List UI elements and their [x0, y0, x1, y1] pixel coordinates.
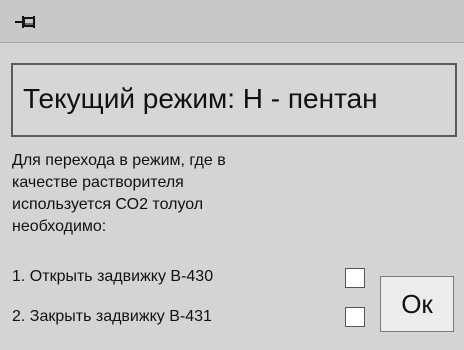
current-mode-text: Текущий режим: Н - пентан [23, 83, 378, 114]
instruction-line: используется СО2 толуол [12, 196, 204, 213]
step-open-valve-label: 1. Открыть задвижку В-430 [12, 268, 214, 285]
ok-button[interactable]: Ок [380, 276, 454, 332]
step-open-valve-checkbox[interactable] [345, 268, 365, 288]
current-mode-box: Текущий режим: Н - пентан [11, 63, 457, 137]
step-close-valve-label: 2. Закрыть задвижку В-431 [12, 308, 212, 325]
instruction-line: необходимо: [12, 218, 107, 235]
step-close-valve-checkbox[interactable] [345, 307, 365, 327]
instruction-text: Для перехода в режим, где в качестве рас… [12, 150, 342, 238]
pin-icon[interactable] [14, 14, 40, 30]
instruction-line: качестве растворителя [12, 174, 184, 191]
instruction-line: Для перехода в режим, где в [12, 152, 226, 169]
dialog-window: Текущий режим: Н - пентан Для перехода в… [0, 0, 464, 350]
title-bar[interactable] [0, 0, 464, 43]
